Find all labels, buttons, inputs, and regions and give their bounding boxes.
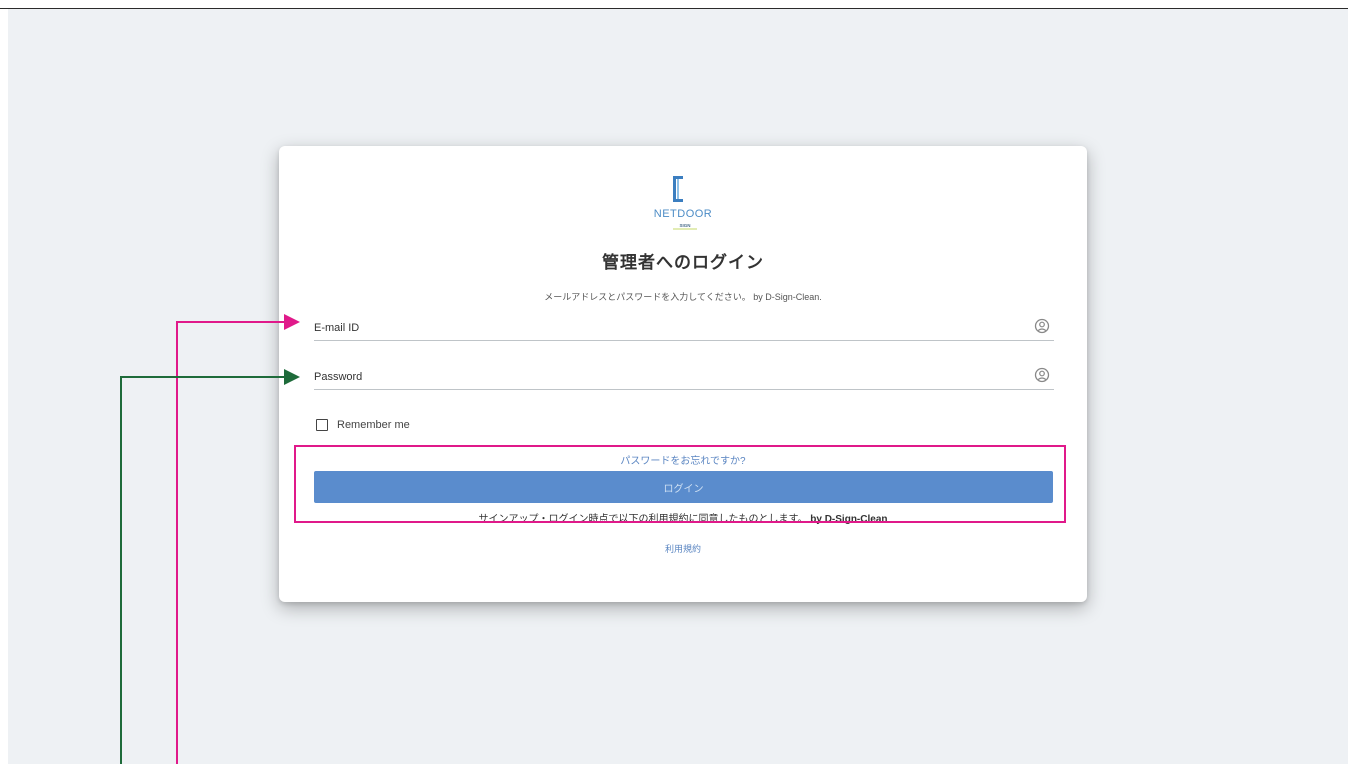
email-input[interactable] [314,318,1004,338]
netdoor-logo: NETDOOR SIGN [654,176,713,230]
login-button[interactable]: ログイン [314,471,1053,503]
terms-notice: サインアップ・ログイン時点で以下の利用規約に同意したものとします。 by D-S… [279,510,1087,525]
terms-brand: by D-Sign-Clean [810,514,888,525]
password-field[interactable] [314,367,1054,390]
password-input[interactable] [314,367,1004,387]
screen-frame: NETDOOR SIGN 管理者へのログイン メールアドレスとパスワードを入力し… [0,0,1348,764]
forgot-password-link[interactable]: パスワードをお忘れですか? [279,452,1087,467]
remember-me-checkbox[interactable] [316,419,328,431]
person-circle-icon [1034,318,1050,334]
login-title: 管理者へのログイン [602,253,764,272]
login-subtitle: メールアドレスとパスワードを入力してください。 by D-Sign-Clean. [544,292,822,302]
remember-me-row[interactable]: Remember me [316,418,410,432]
terms-of-use-link[interactable]: 利用規約 [279,542,1087,555]
person-circle-icon [1034,367,1050,383]
email-field[interactable] [314,318,1054,341]
logo-wordmark: NETDOOR [654,208,713,220]
login-card: NETDOOR SIGN 管理者へのログイン メールアドレスとパスワードを入力し… [279,146,1087,602]
terms-notice-text: サインアップ・ログイン時点で以下の利用規約に同意したものとします。 [478,514,808,525]
logo-subtext: SIGN [679,223,690,228]
remember-me-label: Remember me [337,419,410,431]
